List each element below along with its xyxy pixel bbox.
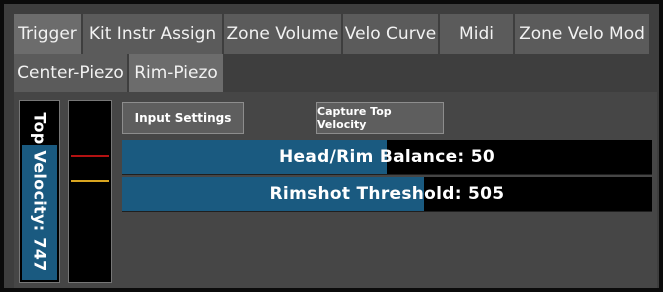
tab-rim-piezo[interactable]: Rim-Piezo xyxy=(129,54,223,92)
tab-midi[interactable]: Midi xyxy=(440,14,513,54)
trigger-settings-panel: Top Velocity: 747 Input Settings Capture… xyxy=(14,92,657,288)
tab-zone-volume[interactable]: Zone Volume xyxy=(224,14,341,54)
top-velocity-bar: Top Velocity: 747 xyxy=(19,100,60,283)
zone-tab-bar: Center-Piezo Rim-Piezo xyxy=(14,54,223,92)
rimshot-threshold-label: Rimshot Threshold: 505 xyxy=(269,184,505,204)
capture-top-velocity-button[interactable]: Capture Top Velocity xyxy=(316,102,444,134)
velocity-meter xyxy=(68,100,112,283)
tab-center-piezo[interactable]: Center-Piezo xyxy=(14,54,127,92)
tab-velo-curve[interactable]: Velo Curve xyxy=(343,14,438,54)
head-rim-balance-slider[interactable]: Head/Rim Balance: 50 xyxy=(122,140,652,175)
app-window: Trigger Kit Instr Assign Zone Volume Vel… xyxy=(0,0,663,292)
head-rim-balance-label: Head/Rim Balance: 50 xyxy=(279,147,495,167)
tab-zone-velo-mod[interactable]: Zone Velo Mod xyxy=(515,14,649,54)
main-tab-bar: Trigger Kit Instr Assign Zone Volume Vel… xyxy=(14,14,649,54)
meter-marker-red xyxy=(71,155,109,158)
tab-trigger[interactable]: Trigger xyxy=(14,14,81,54)
top-velocity-label: Top Velocity: 747 xyxy=(30,111,49,272)
rimshot-threshold-slider[interactable]: Rimshot Threshold: 505 xyxy=(122,177,652,212)
tab-kit-instr-assign[interactable]: Kit Instr Assign xyxy=(83,14,222,54)
meter-marker-yellow xyxy=(71,180,109,183)
input-settings-button[interactable]: Input Settings xyxy=(122,102,244,134)
